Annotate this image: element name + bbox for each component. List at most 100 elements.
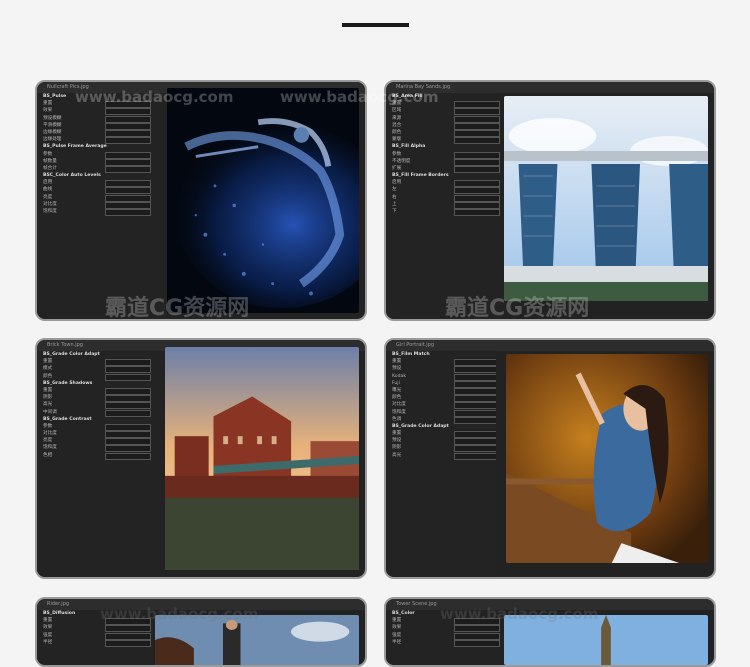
effect-param-row[interactable]: 色调	[386, 416, 496, 424]
screenshot-card-2[interactable]: Marina Bay Sands.jpg BS_Area Fill 重置 区域 来源混…	[384, 80, 716, 321]
effect-param-row[interactable]: Fuji	[386, 380, 496, 388]
effect-param-row[interactable]: 强度	[386, 632, 501, 640]
param-label: 半径	[392, 639, 402, 645]
effect-param-row[interactable]: 颜色	[37, 373, 162, 381]
param-label: 对比度	[43, 201, 57, 207]
effect-header[interactable]: BS_Film Match	[386, 351, 496, 358]
effect-header[interactable]: BS_Grade Color Adapt	[386, 423, 496, 430]
effect-param-row[interactable]: 高光	[37, 401, 162, 410]
effect-header[interactable]: BS_Pulse	[37, 93, 165, 100]
effects-panel: BS_Diffusion 重置 效果 强度 半径	[37, 610, 152, 665]
screenshot-card-1[interactable]: Nullcraft Pics.jpg BS_Pulse 重置 效果 预设模糊 平滑模糊边…	[35, 80, 367, 321]
effect-param-row[interactable]: 颜色	[386, 394, 496, 403]
effect-param-row[interactable]: 重置	[386, 100, 501, 109]
effect-param-row[interactable]: 曲线	[37, 186, 165, 195]
param-field[interactable]	[105, 209, 151, 216]
image-preview	[155, 615, 359, 665]
param-field[interactable]	[454, 639, 500, 647]
effect-header[interactable]: BS_Grade Color Adapt	[37, 351, 162, 358]
effect-param-row[interactable]: 参数	[37, 151, 165, 159]
effect-header[interactable]: BS_Area Fill	[386, 93, 501, 100]
effect-param-row[interactable]: 平滑模糊	[37, 122, 165, 130]
effect-param-row[interactable]: 重置	[37, 387, 162, 395]
effect-param-row[interactable]: 颜色	[386, 129, 501, 137]
effect-param-row[interactable]: 边缘处理	[37, 136, 165, 145]
effect-param-row[interactable]: 边缘模糊	[37, 129, 165, 137]
effect-param-row[interactable]: 饱和度	[37, 444, 162, 453]
screenshot-card-4[interactable]: Girl Portrait.jpg BS_Film Match 重置 预设 Kodak…	[384, 338, 716, 579]
effect-param-row[interactable]: 上	[386, 201, 501, 209]
effect-param-row[interactable]: 中间调	[37, 409, 162, 417]
effect-param-row[interactable]: 强度	[37, 632, 152, 640]
effect-param-row[interactable]: 阴影	[37, 394, 162, 403]
effect-param-row[interactable]: 效果	[37, 107, 165, 116]
param-field[interactable]	[454, 209, 500, 216]
effect-param-row[interactable]: 重置	[386, 430, 496, 439]
param-label: 蒙版	[392, 137, 402, 143]
effect-param-row[interactable]: 区域	[386, 107, 501, 116]
param-label: BS_Diffusion	[43, 611, 76, 616]
effect-param-row[interactable]: 对比度	[37, 430, 162, 439]
effect-param-row[interactable]: 饱和度	[386, 409, 496, 417]
effect-header[interactable]: BS_Color	[386, 610, 501, 617]
effect-param-row[interactable]: 对比度	[386, 401, 496, 410]
param-label: Fuji	[392, 380, 400, 386]
effect-param-row[interactable]: 蒙版	[386, 136, 501, 145]
effect-param-row[interactable]: 曝光	[386, 387, 496, 395]
screenshot-card-5[interactable]: Rider.jpg BS_Diffusion 重置 效果 强度 半径	[35, 597, 367, 667]
effect-param-row[interactable]: 右	[386, 194, 501, 202]
screenshot-card-6[interactable]: Tower Scene.jpg BS_Color 重置 效果 强度 半径	[384, 597, 716, 667]
effect-param-row[interactable]: 高光	[386, 452, 496, 460]
effect-param-row[interactable]: 对比度	[37, 201, 165, 209]
effect-param-row[interactable]: Kodak	[386, 373, 496, 381]
effect-param-row[interactable]: 参数	[37, 423, 162, 431]
effect-param-row[interactable]: 饱和度	[37, 208, 165, 216]
effect-param-row[interactable]: 预设	[386, 437, 496, 446]
effect-header[interactable]: BS_Pulse Frame Average	[37, 143, 165, 150]
effect-param-row[interactable]: 来源	[386, 115, 501, 123]
screenshot-card-3[interactable]: Brick Town.jpg BS_Grade Color Adapt 重置 模式颜…	[35, 338, 367, 579]
effect-param-row[interactable]: 左	[386, 186, 501, 195]
effect-param-row[interactable]: 参数	[386, 151, 501, 159]
effect-param-row[interactable]: 效果	[386, 624, 501, 633]
effect-param-row[interactable]: 效果	[37, 624, 152, 633]
effect-param-row[interactable]: 色相	[37, 452, 162, 460]
effect-param-row[interactable]: 重置	[37, 100, 165, 109]
effect-param-row[interactable]: 半径	[386, 639, 501, 647]
effect-param-row[interactable]: 帧合计	[37, 165, 165, 173]
effect-param-row[interactable]: 亮度	[37, 437, 162, 446]
effect-param-row[interactable]: 预设	[386, 365, 496, 374]
effect-header[interactable]: BSC_Color Auto Levels	[37, 172, 165, 179]
param-field[interactable]	[105, 452, 151, 460]
param-label: 区域	[392, 108, 402, 114]
effects-panel: BS_Area Fill 重置 区域 来源 混合 颜色 蒙版 BS_Fill Alpha 参数不…	[386, 93, 501, 319]
param-label: 启用	[43, 180, 53, 186]
effect-param-row[interactable]: 模式	[37, 365, 162, 374]
effect-param-row[interactable]: 亮度	[37, 194, 165, 202]
effect-param-row[interactable]: 重置	[37, 617, 152, 626]
param-label: 半径	[43, 639, 53, 645]
effect-param-row[interactable]: 启用	[386, 179, 501, 188]
effect-param-row[interactable]: 不透明度	[386, 158, 501, 166]
effect-header[interactable]: BS_Grade Shadows	[37, 380, 162, 387]
effect-header[interactable]: BS_Fill Alpha	[386, 143, 501, 150]
effect-param-row[interactable]: 半径	[37, 639, 152, 647]
effect-param-row[interactable]: 重置	[37, 358, 162, 367]
effect-param-row[interactable]: 启用	[37, 179, 165, 188]
effect-param-row[interactable]: 重置	[386, 358, 496, 367]
param-field[interactable]	[105, 639, 151, 647]
effects-panel: BS_Grade Color Adapt 重置 模式 颜色 BS_Grade Shado…	[37, 351, 162, 577]
effect-header[interactable]: BS_Grade Contrast	[37, 416, 162, 423]
param-field[interactable]	[454, 452, 496, 460]
param-label: 参数	[392, 151, 402, 157]
effect-param-row[interactable]: 重置	[386, 617, 501, 626]
effect-param-row[interactable]: 下	[386, 208, 501, 216]
effect-param-row[interactable]: 帧数量	[37, 158, 165, 166]
effect-param-row[interactable]: 混合	[386, 122, 501, 130]
effect-header[interactable]: BS_Diffusion	[37, 610, 152, 617]
card-title: Marina Bay Sands.jpg	[386, 82, 714, 93]
effect-param-row[interactable]: 预设模糊	[37, 115, 165, 123]
effect-param-row[interactable]: 扩展	[386, 165, 501, 173]
effect-header[interactable]: BS_Fill Frame Borders	[386, 172, 501, 179]
effect-param-row[interactable]: 阴影	[386, 444, 496, 453]
